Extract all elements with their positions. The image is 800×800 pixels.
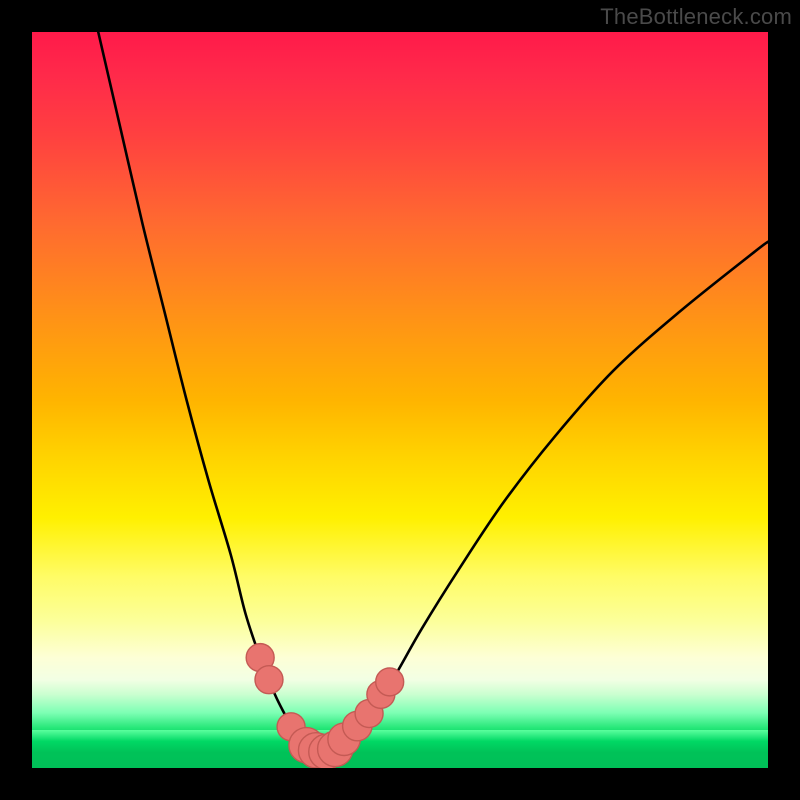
- valley-marker: [376, 668, 404, 696]
- chart-frame: TheBottleneck.com: [0, 0, 800, 800]
- plot-area: [32, 32, 768, 768]
- valley-marker: [255, 666, 283, 694]
- right-curve: [341, 242, 768, 742]
- curve-layer: [32, 32, 768, 768]
- watermark-text: TheBottleneck.com: [600, 4, 792, 30]
- left-curve: [98, 32, 303, 742]
- valley-markers: [246, 644, 404, 768]
